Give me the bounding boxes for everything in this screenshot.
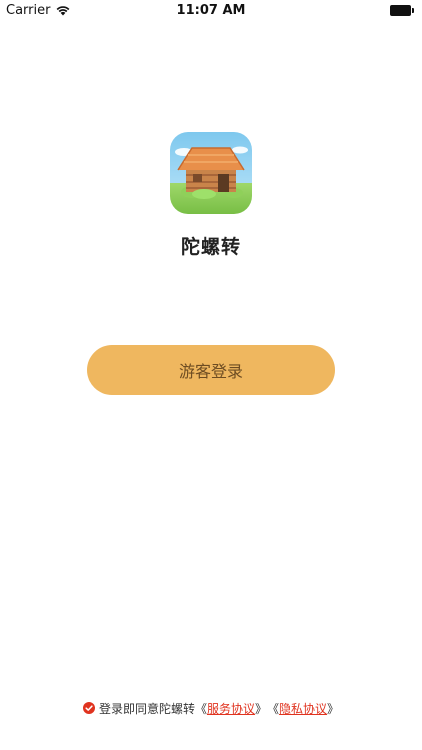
- guest-login-button[interactable]: 游客登录: [87, 345, 335, 395]
- service-agreement-link[interactable]: 服务协议: [207, 700, 255, 717]
- open-bracket: 《: [194, 701, 207, 716]
- guest-login-label: 游客登录: [178, 362, 243, 381]
- privacy-agreement-link[interactable]: 隐私协议: [279, 700, 327, 717]
- agreement-prefix: 登录即同意陀螺转: [98, 701, 195, 716]
- status-time: 11:07 AM: [176, 3, 246, 18]
- open-bracket: 《: [267, 701, 280, 716]
- check-circle-icon[interactable]: [82, 702, 95, 714]
- agreement-row: 登录即同意陀螺转 《 服务协议 》 《 隐私协议 》: [0, 699, 422, 717]
- battery-icon: [390, 5, 414, 16]
- app-name: 陀螺转: [180, 236, 241, 258]
- hut-logo-icon: [170, 132, 252, 214]
- close-bracket: 》: [327, 701, 340, 716]
- close-bracket: 》: [254, 701, 267, 716]
- status-bar: Carrier 11:07 AM: [0, 0, 422, 22]
